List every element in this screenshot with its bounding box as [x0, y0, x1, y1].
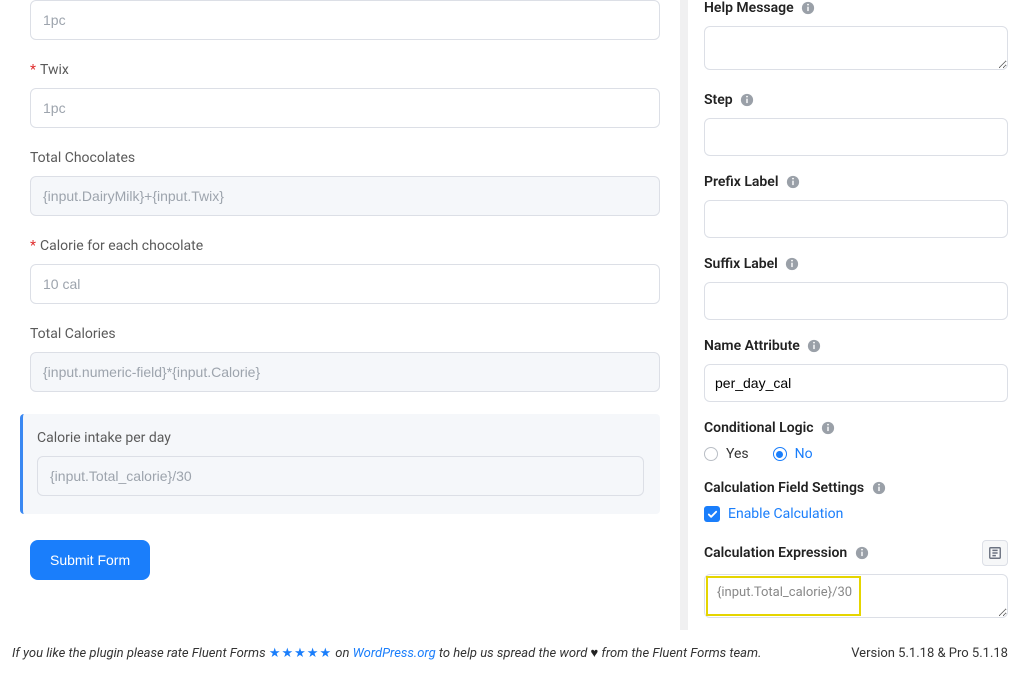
info-icon[interactable]: [785, 257, 799, 271]
submit-button[interactable]: Submit Form: [30, 540, 150, 580]
calorie-each-input[interactable]: [30, 264, 660, 304]
enable-calculation-checkbox[interactable]: [704, 506, 720, 522]
conditional-logic-label: Conditional Logic: [704, 420, 814, 436]
form-preview: *Twix Total Chocolates *Calorie for each…: [0, 0, 680, 630]
twix-input[interactable]: [30, 88, 660, 128]
info-icon[interactable]: [786, 175, 800, 189]
help-message-input[interactable]: [704, 26, 1008, 70]
calc-settings-label: Calculation Field Settings: [704, 480, 864, 496]
name-attribute-input[interactable]: [704, 364, 1008, 402]
total-chocolates-input[interactable]: [30, 176, 660, 216]
field-label: Calorie intake per day: [37, 430, 644, 446]
calc-expression-label: Calculation Expression: [704, 545, 847, 561]
field-settings-panel: Help Message Step Prefix Label Suffix La…: [688, 0, 1024, 630]
name-attribute-label: Name Attribute: [704, 338, 800, 354]
form-field-calorie-each[interactable]: *Calorie for each chocolate: [30, 238, 660, 304]
footer-message: If you like the plugin please rate Fluen…: [12, 645, 761, 661]
field-label: *Calorie for each chocolate: [30, 238, 660, 254]
prefix-label-label: Prefix Label: [704, 174, 778, 190]
total-calories-input[interactable]: [30, 352, 660, 392]
info-icon[interactable]: [740, 93, 754, 107]
form-field-dairymilk[interactable]: [30, 0, 660, 40]
insert-field-button[interactable]: [982, 540, 1008, 566]
suffix-label-input[interactable]: [704, 282, 1008, 320]
star-rating-icon[interactable]: ★★★★★: [269, 646, 332, 661]
info-icon[interactable]: [821, 421, 835, 435]
conditional-logic-no[interactable]: No: [773, 446, 813, 462]
footer: If you like the plugin please rate Fluen…: [0, 631, 1024, 677]
info-icon[interactable]: [807, 339, 821, 353]
enable-calculation-label[interactable]: Enable Calculation: [728, 506, 843, 522]
form-field-twix[interactable]: *Twix: [30, 62, 660, 128]
field-label: *Twix: [30, 62, 660, 78]
form-field-calorie-per-day[interactable]: Calorie intake per day: [20, 414, 660, 514]
suffix-label-label: Suffix Label: [704, 256, 778, 272]
form-field-total-calories[interactable]: Total Calories: [30, 326, 660, 392]
dairymilk-input[interactable]: [30, 0, 660, 40]
calc-expression-input[interactable]: [704, 574, 1008, 618]
step-label: Step: [704, 92, 733, 108]
prefix-label-input[interactable]: [704, 200, 1008, 238]
field-label: Total Chocolates: [30, 150, 660, 166]
info-icon[interactable]: [801, 1, 815, 15]
field-label: Total Calories: [30, 326, 660, 342]
version-label: Version 5.1.18 & Pro 5.1.18: [851, 646, 1008, 661]
step-input[interactable]: [704, 118, 1008, 156]
form-field-total-chocolates[interactable]: Total Chocolates: [30, 150, 660, 216]
conditional-logic-yes[interactable]: Yes: [704, 446, 749, 462]
calorie-per-day-input[interactable]: [37, 456, 644, 496]
info-icon[interactable]: [872, 481, 886, 495]
help-message-label: Help Message: [704, 0, 794, 16]
info-icon[interactable]: [855, 546, 869, 560]
wordpress-link[interactable]: WordPress.org: [353, 646, 436, 661]
